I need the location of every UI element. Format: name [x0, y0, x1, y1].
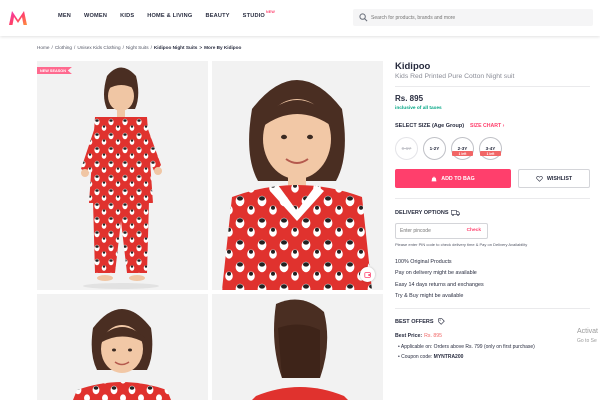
zoom-icon	[363, 271, 371, 278]
best-price-label: Best Price:	[395, 333, 423, 339]
nav-men[interactable]: MEN	[58, 13, 71, 19]
wishlist-button[interactable]: WISHLIST	[518, 169, 590, 188]
breadcrumb-current: Kidipoo Night Suits	[153, 45, 198, 50]
offer-condition: • Applicable on: Orders above Rs. 799 (o…	[398, 344, 535, 350]
feature-item: 100% Original Products	[395, 259, 452, 265]
size-option-1-2y[interactable]: 1-2Y	[423, 137, 446, 160]
truck-icon	[451, 210, 461, 216]
tag-icon	[437, 318, 445, 325]
myntra-logo[interactable]	[8, 9, 28, 27]
size-chart-label: SIZE CHART	[470, 123, 502, 129]
product-price: Rs. 895	[395, 94, 424, 103]
delivery-options-title: DELIVERY OPTIONS	[395, 210, 461, 216]
breadcrumb-separator: /	[150, 45, 152, 50]
delivery-note: Please enter PIN code to check delivery …	[395, 242, 528, 247]
search-input[interactable]	[371, 9, 586, 26]
select-size-label: SELECT SIZE (Age Group)	[395, 123, 465, 129]
best-price-value: Rs. 895	[424, 333, 442, 339]
size-option-0-1y: 0-1Y	[395, 137, 418, 160]
size-chart-link[interactable]: SIZE CHART ›	[470, 123, 504, 129]
product-image-3[interactable]	[37, 294, 208, 400]
pincode-input[interactable]	[400, 224, 460, 238]
feature-item: Easy 14 days returns and exchanges	[395, 282, 484, 288]
best-offers-title: BEST OFFERS	[395, 318, 445, 325]
product-image-4[interactable]	[212, 294, 383, 400]
breadcrumb-separator: /	[122, 45, 124, 50]
new-season-badge: NEW SEASON	[37, 67, 72, 74]
offer-coupon: • Coupon code: MYNTRA200	[398, 354, 464, 360]
chevron-right-icon: ›	[502, 123, 505, 129]
divider	[395, 308, 590, 309]
breadcrumb-clothing[interactable]: Clothing	[55, 45, 72, 50]
breadcrumb-separator: /	[74, 45, 76, 50]
zoom-button[interactable]	[360, 267, 375, 282]
nav-beauty[interactable]: BEAUTY	[205, 13, 229, 19]
nav-home-living[interactable]: HOME & LIVING	[147, 13, 192, 19]
stock-left-badge: 1 left	[452, 151, 473, 156]
product-image-1[interactable]	[37, 61, 208, 290]
breadcrumb-night-suits[interactable]: Night Suits	[126, 45, 149, 50]
nav-women[interactable]: WOMEN	[84, 13, 107, 19]
breadcrumb-home[interactable]: Home	[37, 45, 50, 50]
breadcrumb-separator: /	[51, 45, 53, 50]
product-name: Kids Red Printed Pure Cotton Night suit	[395, 73, 515, 80]
nav-studio-label: STUDIO	[242, 13, 265, 19]
new-badge: NEW	[266, 10, 275, 14]
add-to-bag-button[interactable]: ADD TO BAG	[395, 169, 511, 188]
divider	[395, 86, 590, 87]
heart-icon	[536, 175, 543, 182]
size-option-2-3y[interactable]: 2-3Y	[451, 137, 474, 160]
pincode-field: Check	[395, 223, 488, 239]
breadcrumb: Home / Clothing / Unisex Kids Clothing / Night…	[37, 45, 241, 50]
offer-condition-text: Applicable on: Orders above Rs. 799 (onl…	[400, 344, 535, 350]
coupon-label: Coupon code:	[401, 354, 434, 360]
wishlist-label: WISHLIST	[546, 175, 573, 182]
nav-studio[interactable]: STUDIO NEW	[242, 10, 275, 19]
product-brand[interactable]: Kidipoo	[395, 61, 430, 72]
feature-item: Pay on delivery might be available	[395, 270, 477, 276]
bag-icon	[431, 176, 437, 182]
feature-item: Try & Buy might be available	[395, 293, 464, 299]
search-bar	[353, 9, 593, 26]
tax-note: inclusive of all taxes	[395, 106, 442, 111]
divider	[395, 198, 590, 199]
delivery-options-label: DELIVERY OPTIONS	[395, 210, 449, 216]
search-icon[interactable]	[359, 13, 368, 22]
product-image-2[interactable]	[212, 61, 383, 290]
activation-watermark-sub: Go to Se	[577, 338, 597, 344]
best-offers-label: BEST OFFERS	[395, 318, 434, 325]
breadcrumb-more-by-brand[interactable]: More By Kidipoo	[204, 45, 241, 50]
add-to-bag-label: ADD TO BAG	[441, 175, 475, 182]
top-header: MEN WOMEN KIDS HOME & LIVING BEAUTY STUD…	[0, 0, 600, 36]
check-pincode-button[interactable]: Check	[467, 228, 481, 233]
activation-watermark: Activat	[577, 328, 599, 335]
nav-kids[interactable]: KIDS	[120, 13, 134, 19]
size-option-3-4y[interactable]: 3-4Y	[479, 137, 502, 160]
coupon-code[interactable]: MYNTRA200	[434, 354, 464, 360]
stock-left-badge: 1 left	[480, 151, 501, 156]
breadcrumb-arrow: >	[199, 45, 203, 50]
best-price: Best Price: Rs. 895	[395, 333, 442, 339]
main-nav: MEN WOMEN KIDS HOME & LIVING BEAUTY STUD…	[58, 10, 278, 19]
breadcrumb-unisex-kids[interactable]: Unisex Kids Clothing	[77, 45, 120, 50]
